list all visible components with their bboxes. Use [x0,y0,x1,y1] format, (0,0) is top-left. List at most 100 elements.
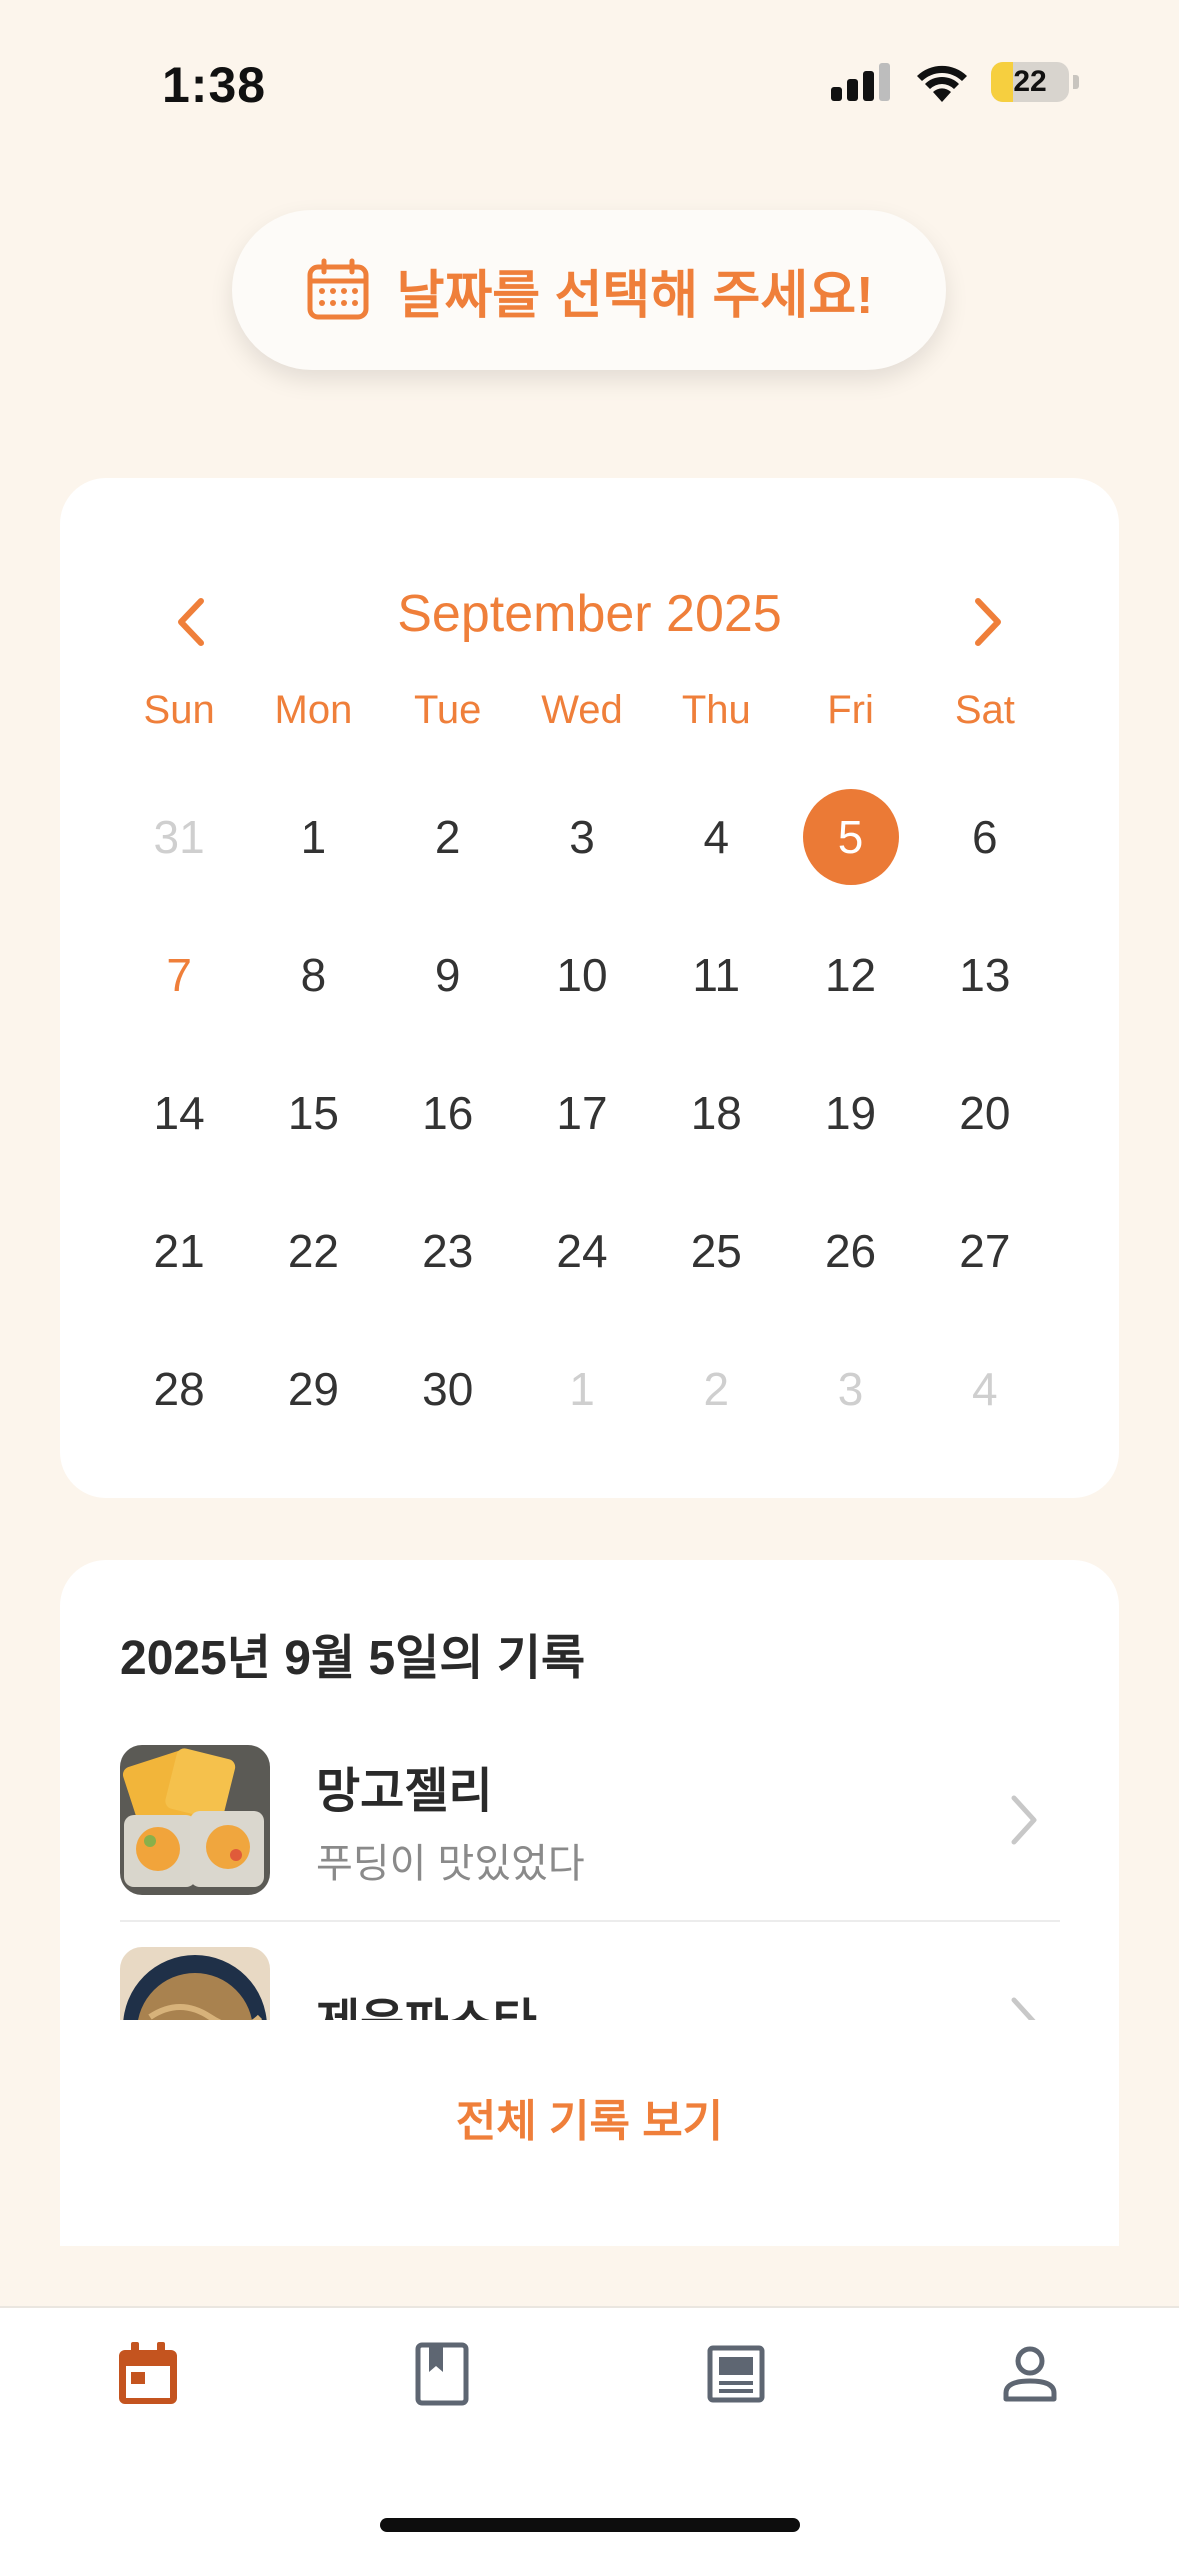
records-title: 2025년 9월 5일의 기록 [120,1632,586,1685]
calendar-day[interactable]: 24 [515,1182,649,1320]
article-tab-icon [707,2345,765,2403]
calendar-day-grid: 31 1 2 3 4 5 6 7 8 9 10 11 12 13 14 15 16 17 18 19 20 21 22 23 2… [112,768,1052,1458]
calendar-day-number: 24 [556,1225,608,1277]
signal-icon [831,63,890,101]
calendar-day[interactable]: 10 [515,906,649,1044]
chevron-right-icon [1011,1795,1037,1845]
calendar-day-number: 18 [690,1087,742,1139]
calendar-day-number: 28 [153,1363,205,1415]
calendar-day[interactable]: 16 [381,1044,515,1182]
calendar-day-number: 2 [703,1363,730,1415]
calendar-day[interactable]: 21 [112,1182,246,1320]
calendar-day-number: 2 [434,811,461,863]
weekday-label: Sun [143,688,215,732]
tab-profile[interactable] [990,2334,1070,2414]
calendar-day-number: 4 [703,811,730,863]
pasta-photo [120,1947,270,2020]
calendar-day-number: 13 [959,949,1011,1001]
calendar-day-number: 23 [422,1225,474,1277]
calendar-day-number: 29 [287,1363,339,1415]
calendar-day-number: 27 [959,1225,1011,1277]
calendar-day-number: 12 [824,949,877,1001]
calendar-day[interactable]: 18 [649,1044,783,1182]
calendar-day-number: 8 [300,949,327,1001]
calendar-day[interactable]: 29 [246,1320,380,1458]
calendar-day[interactable]: 14 [112,1044,246,1182]
record-text: 망고젤리 푸딩이 맛있었다 [316,1751,585,1889]
weekday-label: Wed [541,688,623,732]
calendar-day[interactable]: 7 [112,906,246,1044]
calendar-day-number: 4 [972,1363,998,1415]
calendar-day[interactable]: 13 [918,906,1052,1044]
calendar-day[interactable]: 1 [246,768,380,906]
calendar-day-number: 20 [959,1087,1011,1139]
calendar-day[interactable]: 31 [112,768,246,906]
chevron-right-icon [975,598,1001,646]
calendar-day[interactable]: 28 [112,1320,246,1458]
calendar-day-number: 3 [837,1363,864,1415]
calendar-day[interactable]: 11 [649,906,783,1044]
calendar-day-selected[interactable]: 5 [783,768,917,906]
calendar-day-number: 10 [556,949,608,1001]
record-description: 푸딩이 맛있었다 [316,1842,585,1886]
calendar-card: September 2025 Sun Mon Tue Wed Thu Fri S… [60,478,1119,1498]
mango-jelly-photo [120,1745,270,1895]
calendar-day[interactable]: 9 [381,906,515,1044]
record-text: 제육파스타 [316,1982,537,2020]
calendar-day-number: 5 [802,789,899,885]
previous-month-button[interactable] [160,592,220,652]
calendar-day[interactable]: 3 [783,1320,917,1458]
calendar-day[interactable]: 20 [918,1044,1052,1182]
calendar-day-number: 22 [287,1225,339,1277]
next-month-button[interactable] [959,592,1019,652]
calendar-day-number: 25 [690,1225,742,1277]
calendar-day-number: 17 [556,1087,608,1139]
calendar-day-number: 6 [972,811,998,863]
calendar-day-number: 30 [422,1363,474,1415]
status-time: 1:38 [162,57,267,113]
calendar-day[interactable]: 22 [246,1182,380,1320]
calendar-day-number: 7 [166,949,192,1001]
calendar-day-number: 3 [569,811,595,863]
home-indicator [380,2518,800,2532]
status-icons: 22 [831,62,1079,102]
calendar-day[interactable]: 4 [649,768,783,906]
tab-diary-book[interactable] [402,2334,482,2414]
weekday-label: Mon [274,688,353,732]
calendar-day[interactable]: 6 [918,768,1052,906]
calendar-day[interactable]: 8 [246,906,380,1044]
profile-tab-icon [1003,2346,1057,2402]
calendar-tab-icon [119,2342,177,2404]
calendar-day[interactable]: 3 [515,768,649,906]
chevron-left-icon [178,598,204,646]
weekday-label: Sat [954,688,1015,732]
calendar-day[interactable]: 15 [246,1044,380,1182]
chevron-right-icon [1011,1997,1036,2020]
calendar-day-number: 9 [434,949,461,1001]
record-item-mango-jelly[interactable]: 망고젤리 푸딩이 맛있었다 [120,1720,1060,1922]
calendar-day[interactable]: 26 [783,1182,917,1320]
calendar-icon [307,258,369,320]
calendar-day[interactable]: 19 [783,1044,917,1182]
calendar-day-number: 11 [692,949,741,1001]
calendar-day[interactable]: 1 [515,1320,649,1458]
record-name: 망고젤리 [316,1765,493,1818]
calendar-day[interactable]: 25 [649,1182,783,1320]
status-bar: 1:38 22 [0,0,1179,150]
tab-calendar[interactable] [108,2334,188,2414]
calendar-day[interactable]: 27 [918,1182,1052,1320]
calendar-day[interactable]: 4 [918,1320,1052,1458]
record-item-pasta[interactable]: 제육파스타 [120,1922,1060,2020]
select-date-button[interactable]: 날짜를 선택해 주세요! [232,210,946,370]
wifi-icon [917,65,967,102]
view-all-records-link[interactable]: 전체 기록 보기 [60,2085,1119,2149]
calendar-day[interactable]: 30 [381,1320,515,1458]
calendar-day[interactable]: 17 [515,1044,649,1182]
calendar-day[interactable]: 23 [381,1182,515,1320]
record-thumbnail [120,1947,270,2020]
calendar-day-number: 21 [153,1225,205,1277]
tab-articles[interactable] [696,2334,776,2414]
calendar-day[interactable]: 12 [783,906,917,1044]
calendar-day[interactable]: 2 [381,768,515,906]
calendar-day[interactable]: 2 [649,1320,783,1458]
